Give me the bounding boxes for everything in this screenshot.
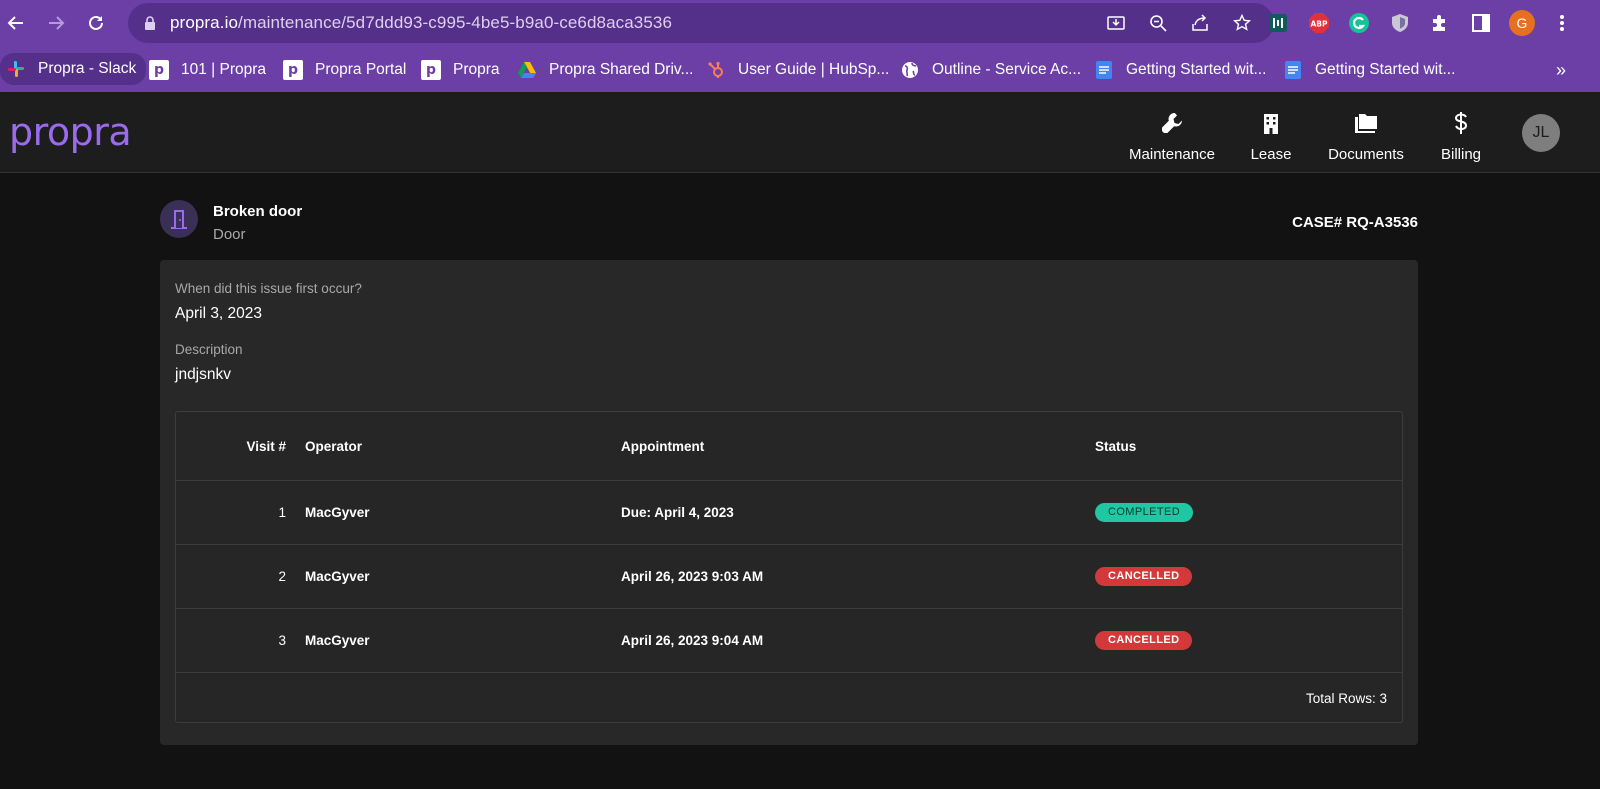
folder-icon [1354,110,1378,136]
bookmark-label: Propra Portal [315,61,407,78]
bookmark-101-propra[interactable]: p 101 | Propra [149,57,266,83]
shield-extension-icon[interactable] [1388,11,1412,35]
door-icon [160,200,198,238]
bookmark-label: 101 | Propra [181,61,267,78]
nav-label: Maintenance [1129,146,1215,163]
description-label: Description [175,342,243,357]
bookmark-getting-started-2[interactable]: Getting Started wit... [1283,57,1455,83]
bookmark-propra[interactable]: p Propra [421,57,500,83]
table-row[interactable]: 3 MacGyver April 26, 2023 9:04 AM CANCEL… [176,609,1402,673]
operator-name: MacGyver [305,633,370,648]
status-badge: COMPLETED [1095,503,1194,522]
issue-details-card: When did this issue first occur? April 3… [160,260,1418,745]
table-header-row: Visit # Operator Appointment Status [176,412,1402,481]
operator-name: MacGyver [305,505,370,520]
column-header-operator[interactable]: Operator [305,439,362,454]
google-docs-icon [1283,60,1303,80]
appointment-time: April 26, 2023 9:03 AM [621,569,764,584]
propra-p-icon: p [283,60,303,80]
status-badge: CANCELLED [1095,567,1193,586]
column-header-appointment[interactable]: Appointment [621,439,704,454]
building-icon [1261,110,1281,136]
operator-name: MacGyver [305,569,370,584]
lock-icon [144,15,158,31]
bookmark-hubspot-user-guide[interactable]: User Guide | HubSp... [706,57,889,83]
google-docs-icon [1094,60,1114,80]
status-badge: CANCELLED [1095,631,1193,650]
appointment-time: Due: April 4, 2023 [621,505,734,520]
nav-billing[interactable]: Billing [1436,110,1486,163]
dollar-icon [1454,110,1468,136]
bookmarks-bar: Propra - Slack p 101 | Propra p Propra P… [0,46,1600,92]
bookmark-label: Propra Shared Driv... [549,61,694,78]
status-cell: COMPLETED [1095,503,1194,522]
app-header: propra Maintenance Lease Documents Billi… [0,92,1600,173]
reload-icon[interactable] [82,9,110,37]
bookmark-propra-portal[interactable]: p Propra Portal [283,57,406,83]
wrench-icon [1160,110,1184,136]
propra-p-icon: p [149,60,169,80]
visits-table: Visit # Operator Appointment Status 1 Ma… [175,411,1403,723]
propra-logo[interactable]: propra [9,110,132,154]
total-rows: Total Rows: 3 [1305,691,1387,706]
nav-maintenance[interactable]: Maintenance [1124,110,1220,163]
slack-icon [6,59,26,79]
appointment-time: April 26, 2023 9:04 AM [621,633,764,648]
first-occur-value: April 3, 2023 [175,305,263,322]
bookmark-label: User Guide | HubSp... [738,61,890,78]
visit-number: 2 [278,569,286,584]
nav-documents[interactable]: Documents [1322,110,1410,163]
globe-icon [900,60,920,80]
share-icon[interactable] [1188,11,1212,35]
first-occur-label: When did this issue first occur? [175,281,362,296]
zoom-icon[interactable] [1146,11,1170,35]
user-avatar[interactable]: JL [1522,114,1560,152]
bookmark-label: Getting Started wit... [1315,61,1456,78]
nav-label: Billing [1440,146,1482,163]
status-cell: CANCELLED [1095,631,1193,650]
description-value: jndjsnkv [175,366,231,383]
ext-tool-icon[interactable] [1266,11,1290,35]
side-panel-icon[interactable] [1469,11,1493,35]
browser-toolbar: propra.io/maintenance/5d7ddd93-c995-4be5… [0,0,1600,46]
table-row[interactable]: 1 MacGyver Due: April 4, 2023 COMPLETED [176,481,1402,545]
grammarly-icon[interactable] [1347,11,1371,35]
bookmark-label: Propra [453,61,500,78]
forward-icon[interactable] [42,9,70,37]
issue-category: Door [213,226,246,243]
address-bar[interactable]: propra.io/maintenance/5d7ddd93-c995-4be5… [128,3,1274,43]
nav-label: Lease [1250,146,1292,163]
bookmark-star-icon[interactable] [1230,11,1254,35]
adblock-plus-label: ABP [1310,20,1328,29]
nav-label: Documents [1328,146,1404,163]
browser-chrome: propra.io/maintenance/5d7ddd93-c995-4be5… [0,0,1600,92]
table-row[interactable]: 2 MacGyver April 26, 2023 9:03 AM CANCEL… [176,545,1402,609]
install-app-icon[interactable] [1104,11,1128,35]
adblock-plus-icon[interactable]: ABP [1307,11,1331,35]
bookmark-outline[interactable]: Outline - Service Ac... [900,57,1081,83]
visit-number: 3 [278,633,286,648]
column-header-status[interactable]: Status [1095,439,1136,454]
column-header-visit[interactable]: Visit # [176,439,286,454]
back-icon[interactable] [2,9,30,37]
case-number: CASE# RQ-A3536 [1292,214,1418,231]
profile-avatar[interactable]: G [1509,10,1535,36]
propra-p-icon: p [421,60,441,80]
nav-lease[interactable]: Lease [1246,110,1296,163]
issue-title: Broken door [213,203,303,220]
bookmark-label: Outline - Service Ac... [932,61,1082,78]
status-cell: CANCELLED [1095,567,1193,586]
hubspot-icon [706,60,726,80]
bookmark-label: Getting Started wit... [1126,61,1267,78]
browser-menu-icon[interactable] [1550,11,1574,35]
visit-number: 1 [278,505,286,520]
bookmark-getting-started-1[interactable]: Getting Started wit... [1094,57,1266,83]
url-text: propra.io/maintenance/5d7ddd93-c995-4be5… [170,13,673,32]
bookmark-propra-shared-drive[interactable]: Propra Shared Driv... [517,57,693,83]
bookmarks-overflow-button[interactable]: » [1556,57,1566,83]
extensions-puzzle-icon[interactable] [1428,11,1452,35]
google-drive-icon [517,60,537,80]
bookmark-label: Propra - Slack [38,60,137,77]
bookmark-propra-slack[interactable]: Propra - Slack [0,53,147,85]
